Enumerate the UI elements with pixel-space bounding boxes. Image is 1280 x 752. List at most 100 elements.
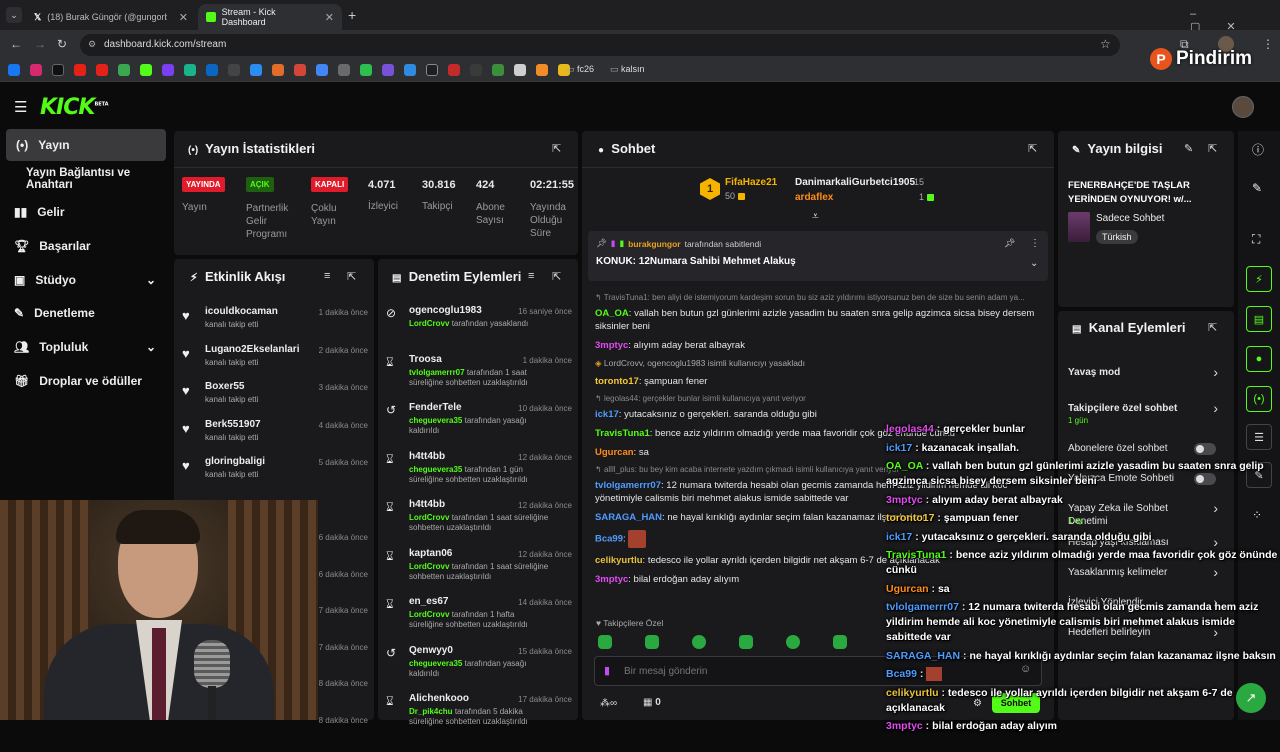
emote-icon[interactable] [786,635,800,649]
x-bookmark-icon[interactable] [52,64,64,76]
sidebar-item-yayin-baglantisi[interactable]: Yayın Bağlantısı ve Anahtarı [0,164,172,194]
app-bookmark-icon[interactable] [228,64,240,76]
chat-message[interactable]: OA_OA: vallah ben butun gzl günlerimi az… [595,307,1045,333]
app-bookmark-icon[interactable] [184,64,196,76]
users-icon[interactable]: ⁂∞ [600,698,617,709]
app-bookmark-icon[interactable] [382,64,394,76]
app-bookmark-icon[interactable] [404,64,416,76]
emote-icon[interactable] [645,635,659,649]
collapse-icon[interactable]: ⩡ [812,209,819,224]
chat-username[interactable]: 3mptyc [595,340,628,351]
sidebar-item-basarilar[interactable]: 🏆︎Başarılar [0,231,172,261]
app-bookmark-icon[interactable] [250,64,262,76]
filter-icon[interactable]: ≡ [528,270,534,282]
kick-bookmark-icon[interactable] [140,64,152,76]
close-tab-icon[interactable]: ✕ [179,11,188,24]
hamburger-menu-icon[interactable]: ☰ [14,98,27,116]
facebook-bookmark-icon[interactable] [8,64,20,76]
fullscreen-icon[interactable]: ⛶ [1252,232,1260,247]
new-tab-button[interactable]: + [348,7,356,23]
app-bookmark-icon[interactable] [492,64,504,76]
back-icon[interactable]: ← [10,37,22,51]
bookmark-folder-kalsin[interactable]: ▭ kalsın [610,64,645,75]
chat-username[interactable]: TravisTuna1 [595,428,650,439]
chat-message[interactable]: ick17: yutacaksınız o gerçekleri. sarand… [595,408,1045,421]
popout-icon[interactable]: ⇱ [1208,142,1217,155]
youtube-bookmark-icon[interactable] [96,64,108,76]
mic-icon[interactable]: ▮ [604,664,610,677]
sidebar-item-yayin[interactable]: (•)Yayın [6,129,166,161]
moderation-item[interactable]: ↺FenderTele10 dakika öncecheguevera35 ta… [386,402,572,451]
browser-tab-x[interactable]: 𝕏 (18) Burak Güngör (@gungorbu ✕ [26,4,196,30]
edit-icon[interactable]: ✎ [1184,142,1193,155]
docs-bookmark-icon[interactable] [316,64,328,76]
twitch-bookmark-icon[interactable] [162,64,174,76]
moderation-item[interactable]: ⌛︎Troosa1 dakika öncetvlolgamerrr07 tara… [386,354,572,403]
reload-icon[interactable]: ↻ [57,37,67,51]
app-bookmark-icon[interactable] [448,64,460,76]
sidebar-item-topluluk[interactable]: 👥︎Topluluk⌄ [0,332,172,362]
chat-username[interactable]: ick17 [595,409,619,420]
rail-lightning-button[interactable]: ⚡︎ [1246,266,1272,292]
chat-username[interactable]: OA_OA [595,308,629,319]
more-icon[interactable]: ⋮ [1030,238,1040,249]
info-icon[interactable]: ⓘ [1252,141,1264,158]
close-tab-icon[interactable]: ✕ [325,11,334,24]
chat-username[interactable]: tvlolgamerrr07 [595,480,661,491]
moderation-item[interactable]: ↺Qenwyy015 dakika öncecheguevera35 taraf… [386,645,572,694]
overlay-green-button[interactable]: ↗ [1236,683,1266,713]
sidebar-item-gelir[interactable]: ▮▮Gelir [0,197,172,227]
url-field[interactable]: dashboard.kick.com/stream [80,34,1120,56]
popout-icon[interactable]: ⇱ [1208,321,1217,334]
chat-username[interactable]: 3mptyc [595,574,628,585]
site-info-icon[interactable]: ⚙ [88,39,96,50]
rail-broadcast-button[interactable]: (•) [1246,386,1272,412]
chat-username[interactable]: Ugurcan [595,447,634,458]
channel-action-item[interactable]: Yavaş mod› [1068,362,1228,392]
chat-username[interactable]: SARAGA_HAN [595,512,662,523]
app-bookmark-icon[interactable] [536,64,548,76]
emote-icon[interactable] [598,635,612,649]
chat-message[interactable]: 3mptyc: alıyım aday berat albayrak [595,339,1045,352]
drop-bookmark-icon[interactable] [118,64,130,76]
emote-icon[interactable] [833,635,847,649]
unpin-icon[interactable]: 📌︎ [1004,238,1015,249]
kick-logo[interactable]: KICKBETA [40,95,109,120]
user-avatar[interactable] [1232,96,1254,118]
filter-icon[interactable]: ≡ [324,270,330,282]
moderation-item[interactable]: ⌛︎en_es6714 dakika önceLordCrovv tarafın… [386,596,572,645]
sidebar-item-studyo[interactable]: ▣Stüdyo⌄ [0,265,172,295]
bookmark-star-icon[interactable]: ☆ [1100,37,1111,51]
activity-item[interactable]: ♥Lugano2Ekselanlarikanalı takip etti2 da… [182,344,368,382]
app-bookmark-icon[interactable] [514,64,526,76]
app-bookmark-icon[interactable] [272,64,284,76]
app-bookmark-icon[interactable] [338,64,350,76]
activity-item[interactable]: ♥Boxer55kanalı takip etti3 dakika önce [182,381,368,419]
linkedin-bookmark-icon[interactable] [206,64,218,76]
app-bookmark-icon[interactable] [470,64,482,76]
instagram-bookmark-icon[interactable] [30,64,42,76]
activity-item[interactable]: ♥Berk551907kanalı takip etti4 dakika önc… [182,419,368,457]
activity-item[interactable]: ♥gloringbaligikanalı takip etti5 dakika … [182,456,368,494]
activity-item[interactable]: ♥icouldkocamankanalı takip etti1 dakika … [182,306,368,344]
popout-icon[interactable]: ⇱ [1028,142,1037,155]
moderation-item[interactable]: ⌛︎h4tt4bb12 dakika öncecheguevera35 tara… [386,451,572,500]
chat-message[interactable]: toronto17: şampuan fener [595,375,1045,388]
moderation-item[interactable]: ⌛︎h4tt4bb12 dakika önceLordCrovv tarafın… [386,499,572,548]
moderation-item[interactable]: ⌛︎kaptan0612 dakika önceLordCrovv tarafı… [386,548,572,597]
chat-username[interactable]: toronto17 [595,376,639,387]
tab-list-button[interactable]: ⌄ [6,7,22,23]
moderation-item[interactable]: ⊘ogencoglu198316 saniye önceLordCrovv ta… [386,305,572,354]
expand-pinned-icon[interactable]: ⌄ [1030,258,1038,269]
rail-document-button[interactable]: ▤ [1246,306,1272,332]
forward-icon[interactable]: → [34,37,46,51]
sidebar-item-droplar[interactable]: 🎁︎Droplar ve ödüller [0,366,172,396]
menu-dots-icon[interactable]: ⋮ [1262,37,1274,51]
moderation-item[interactable]: ⌛︎Alichenkooo17 dakika önceDr_pik4chu ta… [386,693,572,742]
popout-icon[interactable]: ⇱ [552,270,561,283]
bookmark-folder-fc26[interactable]: ▭ fc26 [566,64,594,75]
app-bookmark-icon[interactable] [426,64,438,76]
app-bookmark-icon[interactable] [360,64,372,76]
popout-icon[interactable]: ⇱ [552,142,561,155]
emote-icon[interactable] [692,635,706,649]
